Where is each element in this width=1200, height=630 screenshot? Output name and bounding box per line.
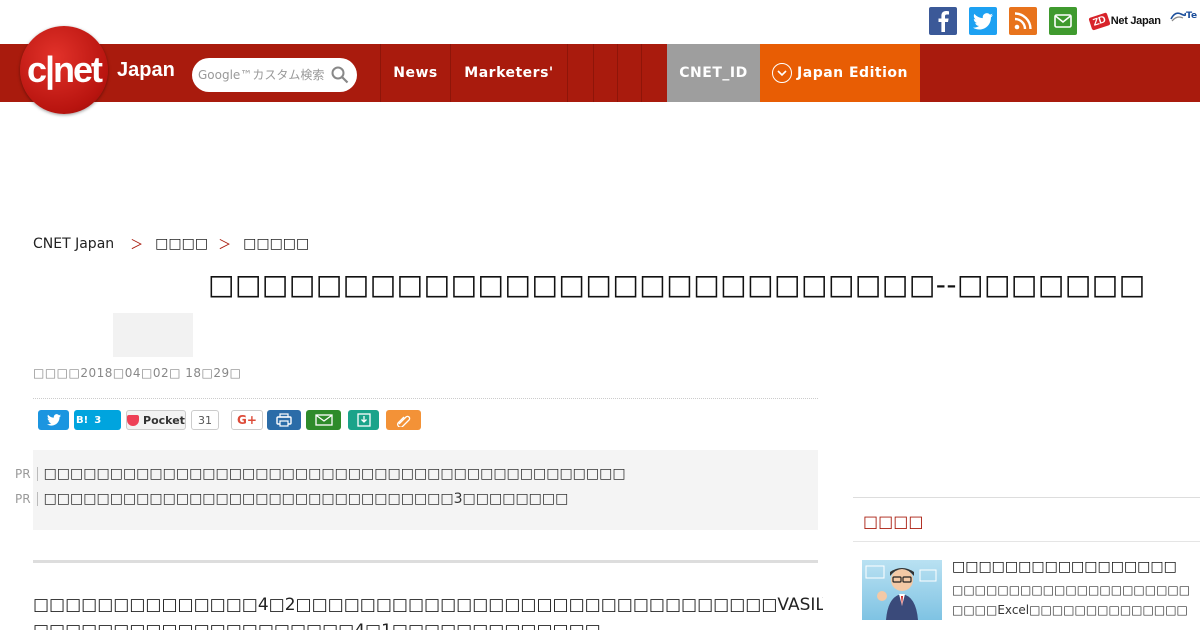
pr-tag: PR (15, 492, 38, 506)
clip-button[interactable] (386, 410, 421, 430)
save-button[interactable] (348, 410, 379, 430)
nav-item-empty-2[interactable] (593, 44, 617, 102)
rail-heading: □□□□ (863, 512, 924, 531)
breadcrumb: CNET Japan ＞ □□□□ ＞ □□□□□ (33, 234, 309, 254)
zdnet-japan-logo[interactable]: ZD Net Japan (1088, 8, 1161, 34)
breadcrumb-separator: ＞ (130, 238, 144, 253)
print-icon (276, 413, 292, 427)
pr-tag: PR (15, 467, 38, 481)
pr-link[interactable]: PR □□□□□□□□□□□□□□□□□□□□□□□□□□□□□□□3□□□□□… (15, 491, 568, 507)
pr-box (33, 450, 818, 530)
breadcrumb-category[interactable]: □□□□ (155, 236, 208, 252)
nav-edition-selector[interactable]: Japan Edition (760, 44, 920, 102)
nav-cnet-id[interactable]: CNET_ID (667, 44, 760, 102)
nav-news[interactable]: News (380, 44, 450, 102)
search-box (192, 58, 357, 92)
download-icon (356, 413, 371, 427)
top-social-bar: ZD Net Japan Te (0, 0, 1200, 44)
techrepublic-logo[interactable]: Te (1170, 10, 1197, 22)
divider (853, 541, 1200, 542)
twitter-icon (46, 414, 61, 426)
nav-item-empty-3[interactable] (617, 44, 641, 102)
rail-article-desc: □□□□□□□□□□□□□□□□□□□□□ (952, 583, 1191, 597)
divider (33, 560, 818, 563)
share-mail-button[interactable] (306, 410, 341, 430)
print-button[interactable] (267, 410, 301, 430)
nav-marketers[interactable]: Marketers' (450, 44, 567, 102)
share-twitter-button[interactable] (38, 410, 69, 430)
divider (33, 398, 818, 399)
facebook-icon[interactable] (929, 7, 957, 35)
hatena-count: 3 (94, 414, 102, 426)
pr-text: □□□□□□□□□□□□□□□□□□□□□□□□□□□□□□□□□□□□□□□□… (43, 466, 626, 482)
breadcrumb-home[interactable]: CNET Japan (33, 236, 114, 252)
logo-japan-label: Japan (117, 59, 175, 81)
clip-icon (396, 415, 410, 427)
search-icon[interactable] (331, 66, 349, 88)
divider (853, 497, 1200, 498)
search-input[interactable] (198, 63, 330, 87)
rss-icon[interactable] (1009, 7, 1037, 35)
share-hatena-button[interactable]: B! 3 (74, 410, 121, 430)
cnet-logo[interactable]: c|net (20, 26, 108, 114)
share-google-plus-button[interactable]: G+ (231, 410, 263, 430)
article-date: □□□□2018□04□02□ 18□29□ (33, 366, 242, 380)
pocket-count: 31 (191, 410, 219, 430)
article-lead-2: □□□□□□□□□□□□□□□□□□□□4□1□□□□□□□□□□□□□ (33, 618, 823, 630)
breadcrumb-separator: ＞ (218, 238, 232, 253)
pr-text: □□□□□□□□□□□□□□□□□□□□□□□□□□□□□□□3□□□□□□□□ (43, 491, 569, 507)
twitter-icon[interactable] (969, 7, 997, 35)
share-pocket-button[interactable]: Pocket (126, 410, 186, 430)
nav-item-empty-4[interactable] (641, 44, 667, 102)
article-body: □□□□□□□□□□□□□□4□2□□□□□□□□□□□□□□□□□□□□□□□… (33, 592, 823, 630)
mail-icon[interactable] (1049, 7, 1077, 35)
pr-link[interactable]: PR □□□□□□□□□□□□□□□□□□□□□□□□□□□□□□□□□□□□□… (15, 466, 626, 482)
rail-thumbnail[interactable] (862, 560, 942, 620)
hatena-label: B! (76, 414, 89, 426)
pocket-icon (127, 414, 140, 426)
rail-article-title[interactable]: □□□□□□□□□□□□□□□□□ (952, 559, 1177, 575)
chevron-down-icon (772, 63, 793, 83)
article-title: □□□□□□□□□□□□□□□□□□□□□□□□□□□--□□□□□□□ (208, 268, 1146, 301)
pocket-label: Pocket (143, 413, 185, 427)
author-image (113, 313, 193, 357)
rail-article-desc: □□□□Excel□□□□□□□□□□□□□□ (952, 603, 1188, 617)
nav-item-empty-1[interactable] (567, 44, 593, 102)
article-lead: □□□□□□□□□□□□□□4□2□□□□□□□□□□□□□□□□□□□□□□□… (33, 595, 823, 615)
mail-icon (314, 414, 333, 426)
breadcrumb-subcategory[interactable]: □□□□□ (243, 236, 309, 252)
edition-label: Japan Edition (797, 65, 908, 81)
